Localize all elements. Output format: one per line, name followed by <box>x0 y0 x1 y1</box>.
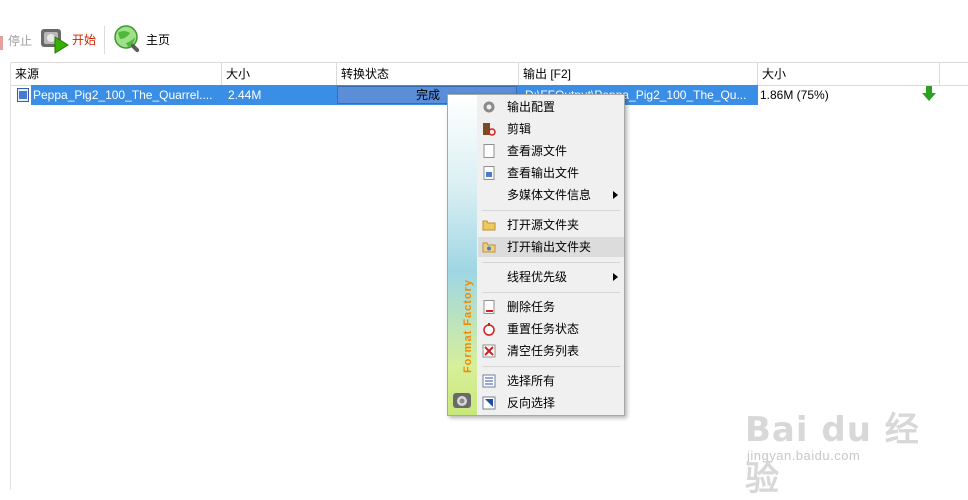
menu-item-label: 选择所有 <box>507 374 556 388</box>
menu-item-label: 查看输出文件 <box>507 166 580 180</box>
clip-icon <box>483 123 496 136</box>
menu-item-invert-selection[interactable]: 反向选择 <box>478 393 624 413</box>
menu-item-label: 线程优先级 <box>507 270 568 284</box>
start-button[interactable]: 开始 <box>38 22 96 56</box>
menu-brand-strip: Format Factory <box>448 95 477 415</box>
menu-item-clear-list[interactable]: 清空任务列表 <box>478 341 624 361</box>
menu-item-label: 输出配置 <box>507 100 556 114</box>
menu-item-delete-task[interactable]: 删除任务 <box>478 297 624 317</box>
invert-selection-icon <box>482 396 496 410</box>
menu-separator <box>482 210 620 211</box>
submenu-arrow-icon <box>613 273 618 281</box>
menu-item-open-source-folder[interactable]: 打开源文件夹 <box>478 215 624 235</box>
menu-item-clip[interactable]: 剪辑 <box>478 119 624 139</box>
select-all-icon <box>482 374 496 388</box>
column-header-source[interactable]: 来源 <box>11 63 222 85</box>
menu-item-output-config[interactable]: 输出配置 <box>478 97 624 117</box>
gear-icon <box>483 101 495 113</box>
menu-item-label: 多媒体文件信息 <box>507 188 592 202</box>
output-file-icon <box>483 166 495 180</box>
table-header: 来源 大小 转换状态 输出 [F2] 大小 <box>11 62 968 86</box>
toolbar: 停止 开始 主页 <box>0 0 968 62</box>
video-file-icon <box>17 88 29 102</box>
menu-item-label: 重置任务状态 <box>507 322 580 336</box>
menu-item-label: 清空任务列表 <box>507 344 580 358</box>
document-icon <box>483 144 495 158</box>
context-menu: Format Factory 输出配置 剪辑 查看源文件 查看输出文件 多媒体文… <box>447 94 625 416</box>
clear-list-icon <box>482 344 496 358</box>
menu-item-reset-status[interactable]: 重置任务状态 <box>478 319 624 339</box>
menu-item-label: 反向选择 <box>507 396 556 410</box>
watermark-url: jingyan.baidu.com <box>747 448 861 463</box>
menu-item-view-output[interactable]: 查看输出文件 <box>478 163 624 183</box>
watermark: Bai du 经验 jingyan.baidu.com <box>745 402 945 499</box>
menu-item-label: 打开输出文件夹 <box>507 240 592 254</box>
home-button[interactable]: 主页 <box>112 22 170 56</box>
menu-item-open-output-folder[interactable]: 打开输出文件夹 <box>478 237 624 257</box>
brand-label: Format Factory <box>462 278 474 374</box>
menu-separator <box>482 366 620 367</box>
menu-item-media-info[interactable]: 多媒体文件信息 <box>478 185 624 205</box>
stop-button[interactable]: 停止 <box>8 32 32 49</box>
menu-item-label: 打开源文件夹 <box>507 218 580 232</box>
delete-task-icon <box>483 300 495 314</box>
left-gutter <box>0 62 11 490</box>
home-globe-icon <box>114 25 140 53</box>
folder-icon <box>482 220 496 231</box>
column-header-output[interactable]: 输出 [F2] <box>519 63 758 85</box>
menu-item-label: 剪辑 <box>507 122 532 136</box>
menu-item-label: 查看源文件 <box>507 144 568 158</box>
column-header-output-size[interactable]: 大小 <box>758 63 940 85</box>
row-size: 2.44M <box>228 88 262 102</box>
home-label: 主页 <box>146 32 171 47</box>
start-label: 开始 <box>72 32 97 47</box>
toolbar-separator <box>104 26 105 54</box>
menu-item-label: 删除任务 <box>507 300 556 314</box>
format-factory-logo-icon <box>453 393 471 408</box>
menu-separator <box>482 262 620 263</box>
row-output-size: 1.86M (75%) <box>760 88 829 102</box>
toolbar-edge-mark <box>0 36 3 50</box>
folder-open-icon <box>482 242 496 253</box>
column-header-size[interactable]: 大小 <box>222 63 337 85</box>
down-arrow-icon <box>922 86 936 101</box>
menu-separator <box>482 292 620 293</box>
submenu-arrow-icon <box>613 191 618 199</box>
reset-icon <box>483 323 495 336</box>
menu-item-view-source[interactable]: 查看源文件 <box>478 141 624 161</box>
menu-item-select-all[interactable]: 选择所有 <box>478 371 624 391</box>
column-header-status[interactable]: 转换状态 <box>337 63 519 85</box>
start-icon <box>41 29 69 54</box>
row-source: Peppa_Pig2_100_The_Quarrel.... <box>33 88 213 102</box>
menu-item-thread-priority[interactable]: 线程优先级 <box>478 267 624 287</box>
